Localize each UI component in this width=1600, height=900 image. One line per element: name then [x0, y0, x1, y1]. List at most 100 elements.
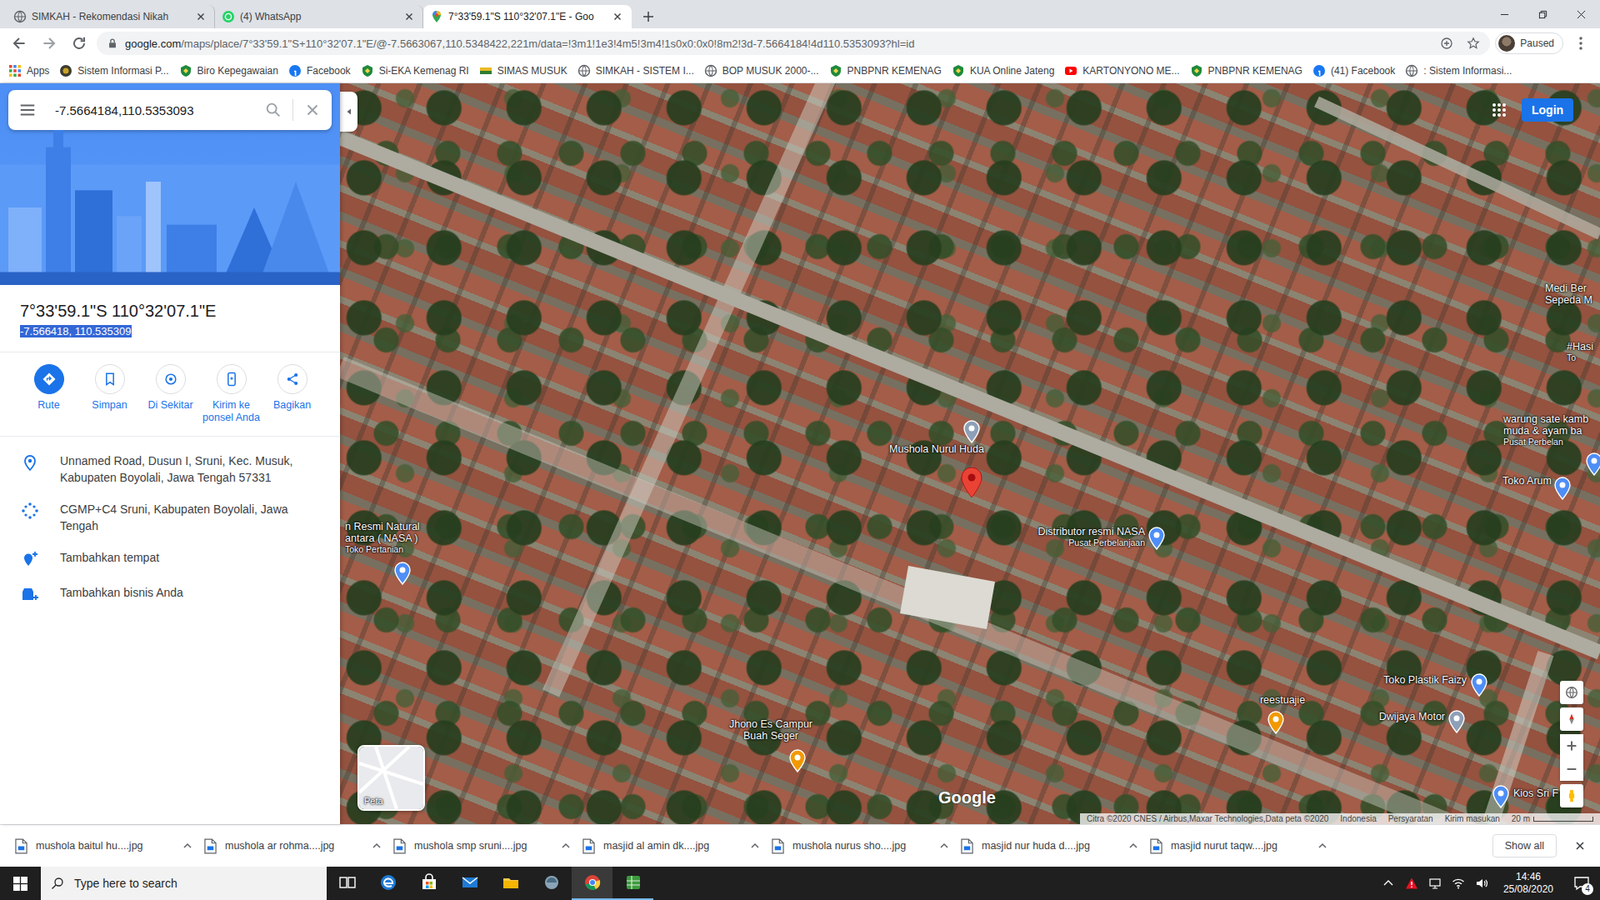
place-label[interactable]: Dwijaya Motor — [1379, 710, 1445, 723]
place-pin-icon[interactable] — [1492, 785, 1510, 809]
address-bar[interactable]: google.com/maps/place/7°33'59.1"S+110°32… — [96, 31, 1490, 55]
action-button[interactable]: Di Sekitar — [140, 364, 201, 425]
minimize-button[interactable] — [1485, 0, 1524, 29]
download-item[interactable]: mushola smp sruni....jpg — [393, 838, 583, 855]
info-row[interactable]: CGMP+C4 Sruni, Kabupaten Boyolali, Jawa … — [0, 493, 340, 542]
taskbar-app[interactable] — [490, 866, 531, 900]
chevron-up-icon[interactable] — [1128, 840, 1139, 851]
install-icon[interactable] — [1440, 36, 1454, 50]
place-pin-icon[interactable] — [789, 749, 806, 773]
show-all-button[interactable]: Show all — [1492, 834, 1557, 858]
zoom-out-button[interactable] — [1560, 757, 1584, 781]
network-adapter-icon[interactable] — [1426, 876, 1444, 890]
chevron-up-icon[interactable] — [560, 840, 571, 851]
start-button[interactable] — [0, 866, 41, 900]
taskbar-search[interactable]: Type here to search — [40, 866, 327, 900]
download-item[interactable]: mushola ar rohma....jpg — [204, 838, 394, 855]
browser-tab[interactable]: (4) WhatsApp — [215, 5, 424, 29]
bookmark[interactable]: PNBPNR KEMENAG — [1190, 64, 1303, 78]
search-input[interactable]: -7.5664184,110.5353093 — [46, 103, 255, 118]
close-icon[interactable] — [194, 10, 208, 24]
close-icon[interactable] — [610, 10, 625, 24]
reload-icon[interactable] — [66, 34, 92, 53]
attribution-link[interactable]: Kirim masukan — [1445, 814, 1500, 824]
place-pin-icon[interactable] — [1148, 526, 1165, 550]
hamburger-icon[interactable] — [18, 100, 37, 120]
taskbar-app[interactable] — [408, 866, 450, 900]
action-button[interactable]: Kirim ke ponsel Anda — [200, 364, 262, 425]
new-tab-icon[interactable] — [641, 10, 655, 24]
chevron-up-icon[interactable] — [182, 840, 193, 851]
taskbar-app[interactable] — [612, 866, 654, 900]
clock[interactable]: 14:4625/08/2020 — [1496, 870, 1560, 896]
star-icon[interactable] — [1466, 36, 1480, 50]
bookmark[interactable]: SIMAS MUSUK — [479, 64, 568, 78]
info-row[interactable]: Tambahkan bisnis Anda — [0, 576, 340, 612]
download-item[interactable]: mushola nurus sho....jpg — [771, 838, 961, 855]
bookmark[interactable]: SIMKAH - SISTEM I... — [577, 64, 695, 78]
apps-grid-icon[interactable] — [1491, 102, 1507, 118]
browser-tab[interactable]: SIMKAH - Rekomendasi Nikah — [6, 5, 215, 29]
chevron-up-icon[interactable] — [939, 840, 950, 851]
bookmark[interactable]: PNBPNR KEMENAG — [829, 64, 942, 78]
place-pin-icon[interactable] — [963, 420, 980, 444]
browser-tab[interactable]: 7°33'59.1"S 110°32'07.1"E - Goo — [423, 5, 632, 29]
bookmark[interactable]: (41) Facebook — [1312, 64, 1395, 78]
chevron-up-icon[interactable] — [371, 840, 382, 851]
wifi-icon[interactable] — [1450, 876, 1467, 890]
bookmark[interactable]: : Sistem Informasi... — [1405, 64, 1512, 78]
info-row[interactable]: Unnamed Road, Dusun I, Sruni, Kec. Musuk… — [0, 445, 340, 494]
place-label[interactable]: Toko Plastik Faizy — [1383, 674, 1467, 686]
action-button[interactable]: Rute — [18, 364, 80, 425]
place-pin-icon[interactable] — [1267, 710, 1285, 735]
bookmark[interactable]: KUA Online Jateng — [951, 64, 1055, 78]
menu-icon[interactable] — [1568, 34, 1594, 53]
restore-button[interactable] — [1523, 0, 1562, 29]
place-label[interactable]: Medi BerSepeda M — [1545, 282, 1593, 306]
street-view-button[interactable] — [1560, 784, 1584, 808]
place-label[interactable]: Mushola Nurul Huda — [889, 443, 985, 455]
taskbar-app[interactable] — [571, 866, 613, 900]
place-pin-icon[interactable] — [1585, 452, 1600, 476]
lock-icon[interactable] — [106, 37, 119, 50]
bookmark[interactable]: Facebook — [288, 64, 351, 78]
bookmark[interactable]: Biro Kepegawaian — [179, 64, 279, 78]
taskbar-app[interactable] — [530, 866, 572, 900]
chevron-up-icon[interactable] — [1380, 876, 1397, 890]
place-label[interactable]: reestuajie — [1260, 694, 1305, 706]
satellite-map[interactable]: Mushola Nurul Huda Distributor resmi NASA… — [340, 83, 1600, 825]
attribution-link[interactable]: Persyaratan — [1388, 814, 1434, 824]
place-label[interactable]: #HasiTo — [1566, 340, 1594, 363]
place-label[interactable]: Distributor resmi NASAPusat Perbelanjaan — [1038, 525, 1146, 548]
place-pin-icon[interactable] — [394, 561, 411, 585]
place-label[interactable]: Toko Arum — [1502, 475, 1552, 487]
place-pin-icon[interactable] — [1448, 710, 1465, 734]
download-item[interactable]: masjid al amin dk....jpg — [582, 838, 772, 855]
attribution-link[interactable]: Indonesia — [1340, 814, 1376, 824]
place-pin-icon[interactable] — [1470, 673, 1488, 697]
place-label[interactable]: Jhono Es CampurBuah Seger — [729, 718, 813, 742]
globe-button[interactable] — [1560, 680, 1584, 705]
login-button[interactable]: Login — [1521, 98, 1574, 122]
download-item[interactable]: masjid nurut taqw....jpg — [1150, 838, 1340, 855]
warning-icon[interactable] — [1403, 876, 1420, 890]
search-icon[interactable] — [264, 100, 283, 120]
map-layer-toggle[interactable]: Peta — [357, 745, 425, 811]
clear-icon[interactable] — [303, 100, 322, 120]
search-box[interactable]: -7.5664184,110.5353093 — [8, 90, 332, 130]
coordinates[interactable]: -7.566418, 110.535309 — [20, 325, 132, 338]
bookmark[interactable]: BOP MUSUK 2000-... — [704, 64, 820, 78]
place-label[interactable]: Kios Sri F — [1513, 787, 1559, 800]
back-icon[interactable] — [6, 34, 32, 53]
info-row[interactable]: Tambahkan tempat — [0, 541, 340, 577]
place-pin-icon[interactable] — [1554, 476, 1571, 500]
compass-button[interactable] — [1560, 707, 1584, 731]
download-item[interactable]: masjid nur huda d....jpg — [960, 838, 1150, 855]
zoom-in-button[interactable] — [1560, 734, 1584, 758]
collapse-panel-button[interactable] — [340, 91, 358, 132]
action-button[interactable]: Simpan — [79, 364, 140, 425]
taskbar-app[interactable] — [326, 866, 368, 900]
bookmark[interactable]: Apps — [8, 64, 50, 78]
close-icon[interactable] — [402, 10, 416, 24]
close-button[interactable] — [1561, 0, 1600, 29]
